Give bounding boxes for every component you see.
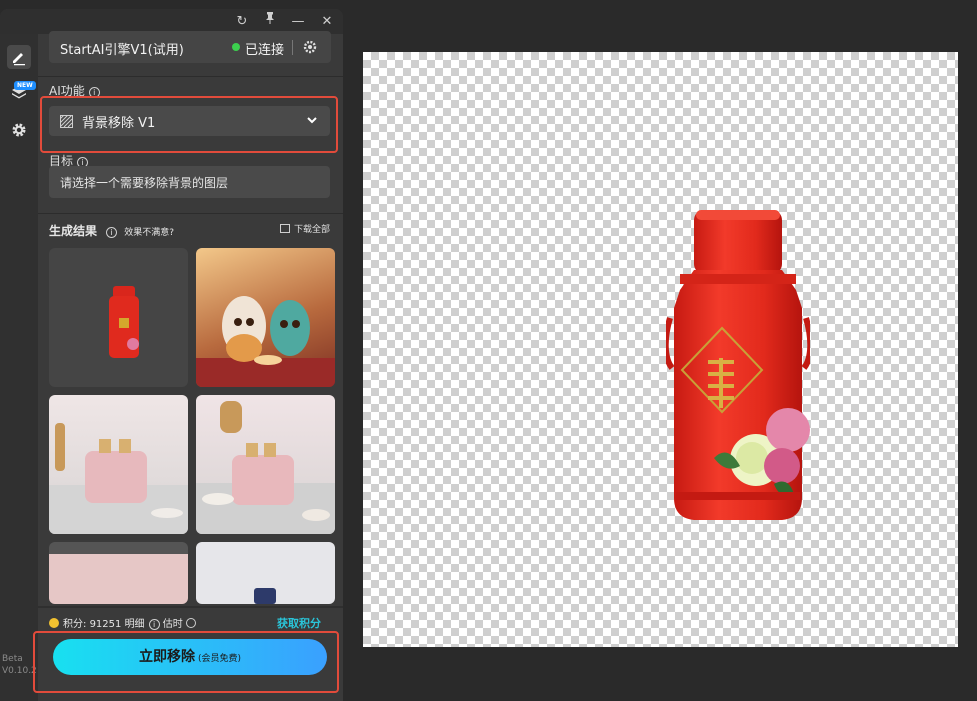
- edit-tool-button[interactable]: [7, 45, 31, 69]
- hatch-icon: [60, 115, 73, 128]
- pencil-icon: [13, 53, 25, 66]
- info-icon[interactable]: i: [106, 227, 118, 238]
- version-info: Beta V0.10.2: [2, 653, 37, 677]
- toaster-thumbnail-icon: [49, 423, 188, 534]
- divider: [38, 213, 343, 214]
- refresh-icon[interactable]: ↻: [232, 12, 252, 32]
- ai-function-selected: 背景移除 V1: [82, 116, 156, 131]
- toaster-thumbnail-icon: [196, 401, 335, 534]
- results-header: 生成结果 i 效果不满意? 下载全部: [49, 220, 330, 238]
- download-all-button[interactable]: 下载全部: [279, 222, 330, 235]
- info-icon[interactable]: i: [148, 619, 160, 630]
- points-value: 91251: [89, 619, 122, 630]
- engine-name: StartAI引擎V1(试用): [60, 43, 184, 58]
- get-points-link[interactable]: 获取积分: [277, 615, 321, 631]
- result-thumbnail[interactable]: [49, 248, 188, 387]
- points-row: 积分: 91251 明细 i 估时: [49, 615, 196, 630]
- divider: [38, 76, 343, 77]
- result-thumbnail[interactable]: [196, 248, 335, 387]
- ai-function-dropdown[interactable]: 背景移除 V1: [49, 106, 330, 136]
- points-label: 积分:: [63, 619, 87, 630]
- connection-status: 已连接: [245, 43, 285, 58]
- points-detail-link[interactable]: 明细: [125, 619, 145, 630]
- download-all-label: 下载全部: [293, 225, 330, 235]
- settings-button[interactable]: [7, 118, 31, 142]
- remove-now-label: 立即移除: [138, 649, 195, 665]
- member-free-label: (会员免费): [197, 654, 242, 664]
- switch-engine-icon[interactable]: [301, 38, 319, 56]
- thermos-image: [666, 210, 810, 520]
- result-thumbnail[interactable]: [49, 542, 188, 604]
- engine-divider: [292, 40, 293, 55]
- coin-icon: [49, 618, 59, 628]
- download-icon: [279, 224, 290, 233]
- result-thumbnail[interactable]: [196, 395, 335, 534]
- close-icon[interactable]: ✕: [317, 12, 337, 32]
- pin-icon[interactable]: [260, 12, 280, 32]
- result-thumbnail[interactable]: [49, 395, 188, 534]
- target-layer-field[interactable]: 请选择一个需要移除背景的图层: [49, 166, 330, 198]
- transparent-canvas[interactable]: [363, 52, 958, 647]
- minimize-icon[interactable]: —: [288, 12, 308, 32]
- chevron-down-icon: [307, 117, 317, 124]
- plugin-panel: ↻ — ✕ NEW Beta V0.10.2 StartAI引擎V1(试用) 已…: [0, 9, 343, 701]
- unsatisfied-link[interactable]: 效果不满意?: [124, 228, 174, 238]
- divider: [38, 606, 343, 608]
- engine-selector[interactable]: StartAI引擎V1(试用) 已连接: [49, 31, 331, 63]
- workspace: ↻ — ✕ NEW Beta V0.10.2 StartAI引擎V1(试用) 已…: [0, 0, 977, 701]
- beta-label: Beta: [2, 654, 23, 664]
- results-label: 生成结果: [49, 224, 98, 238]
- clock-icon: [185, 618, 196, 628]
- new-badge: NEW: [14, 81, 36, 90]
- partial-thumbnail-icon: [254, 588, 276, 604]
- estimate-label: 估时: [162, 619, 183, 630]
- connection-status-dot: [232, 43, 240, 51]
- gear-icon: [12, 123, 26, 137]
- target-placeholder: 请选择一个需要移除背景的图层: [60, 176, 229, 190]
- thermos-thumbnail-icon: [109, 286, 139, 358]
- version-label: V0.10.2: [2, 666, 37, 676]
- side-rail: NEW Beta V0.10.2: [0, 34, 38, 701]
- remove-now-button[interactable]: 立即移除 (会员免费): [53, 639, 327, 675]
- cartoon-cats-icon: [196, 296, 335, 387]
- result-thumbnail[interactable]: [196, 542, 335, 604]
